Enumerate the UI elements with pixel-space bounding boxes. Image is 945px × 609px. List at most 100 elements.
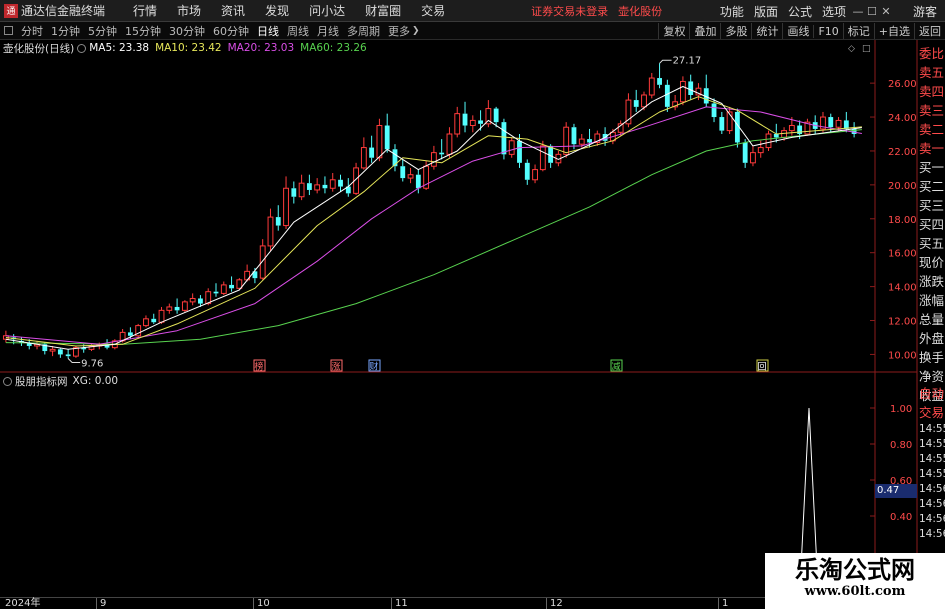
tool-multi-stock[interactable]: 多股 <box>720 23 751 39</box>
indicator-settings-icon[interactable] <box>3 376 12 386</box>
candle-body <box>220 284 227 294</box>
indicator-time-label: 14:56 <box>919 498 945 510</box>
watermark-url: www.60lt.com <box>804 584 906 599</box>
tool-mark[interactable]: 标记 <box>842 23 874 39</box>
candle-body <box>298 182 305 198</box>
period-weekly[interactable]: 周线 <box>283 23 313 39</box>
candle-body <box>244 270 251 281</box>
candle-body <box>267 216 274 247</box>
menu-formula[interactable]: 公式 <box>783 3 817 20</box>
tool-f10[interactable]: F10 <box>813 24 842 38</box>
event-marker: 涨 <box>332 362 341 373</box>
menubar: 通 通达信金融终端 行情 市场 资讯 发现 问小达 财富圈 交易 证券交易未登录… <box>0 0 945 22</box>
stock-title: 壶化股份(日线) <box>3 42 75 55</box>
tool-adjust[interactable]: 复权 <box>658 23 689 39</box>
period-5min[interactable]: 5分钟 <box>84 23 121 39</box>
candle-body <box>143 318 149 327</box>
candle-body <box>119 331 126 342</box>
period-15min[interactable]: 15分钟 <box>121 23 165 39</box>
quote-label: 卖三 <box>919 103 945 118</box>
candle-body <box>446 133 453 155</box>
low-label: 9.76 <box>81 359 103 370</box>
period-30min[interactable]: 30分钟 <box>165 23 209 39</box>
price-axis: 10.00 12.00 14.00 16.00 18.00 20.00 22.00 24.00… <box>848 44 917 361</box>
period-daily[interactable]: 日线 <box>253 23 283 39</box>
candle-body <box>587 139 592 143</box>
legend-ma10: MA10: 23.42 <box>155 42 222 54</box>
candle-body <box>688 81 694 95</box>
menu-trade[interactable]: 交易 <box>411 2 455 19</box>
menu-discover[interactable]: 发现 <box>255 2 299 19</box>
candle-body <box>19 340 24 343</box>
period-1min[interactable]: 1分钟 <box>47 23 84 39</box>
panel-toggle-icon[interactable] <box>4 26 13 35</box>
candle-body <box>407 174 414 179</box>
menu-layout[interactable]: 版面 <box>749 3 783 20</box>
period-60min[interactable]: 60分钟 <box>209 23 253 39</box>
indicator-sidebar: 自动交易14:5514:5514:5514:5514:5614:5614:561… <box>918 384 945 542</box>
candle-body <box>291 188 297 197</box>
period-intraday[interactable]: 分时 <box>17 23 47 39</box>
candle-body <box>259 245 266 279</box>
candle-body <box>49 348 56 352</box>
menu-news[interactable]: 资讯 <box>211 2 255 19</box>
time-tick: 10 <box>253 598 270 609</box>
indicator-name[interactable]: 股朋指标网 <box>15 374 68 389</box>
candle-body <box>695 87 702 96</box>
settings-circle-icon[interactable] <box>77 43 87 53</box>
menu-options[interactable]: 选项 <box>817 3 851 20</box>
ma20-line <box>5 106 862 345</box>
menu-ask[interactable]: 问小达 <box>299 2 355 19</box>
indicator-time-label: 14:55 <box>919 468 945 480</box>
candle-body <box>322 184 328 189</box>
ma-lines <box>5 86 862 350</box>
minimize-icon[interactable]: — <box>851 5 865 18</box>
legend-ma5: MA5: 23.38 <box>89 42 150 54</box>
indicator-time-label: 14:55 <box>919 453 945 465</box>
candle-body <box>306 183 312 190</box>
current-stock-name: 壶化股份 <box>618 4 663 18</box>
indicator-side-label[interactable]: 交易 <box>918 403 945 422</box>
period-more[interactable]: 更多 <box>384 23 414 39</box>
quote-label: 现价 <box>919 255 945 270</box>
tool-draw[interactable]: 画线 <box>782 23 813 39</box>
legend-ma20: MA20: 23.03 <box>227 42 295 54</box>
menu-market[interactable]: 市场 <box>167 2 211 19</box>
event-marker-box <box>330 359 343 372</box>
candle-body <box>57 349 63 355</box>
menu-quotes[interactable]: 行情 <box>123 2 167 19</box>
high-pointer <box>659 59 672 64</box>
ytick-label: 16.00 <box>888 249 917 260</box>
candle-body <box>750 152 756 164</box>
candle-body <box>781 130 787 138</box>
tool-add-watchlist[interactable]: +自选 <box>873 23 914 39</box>
ma60-line <box>5 129 862 345</box>
tool-back[interactable]: 返回 <box>914 23 945 39</box>
guest-user[interactable]: 游客 <box>913 3 937 20</box>
ma5-line <box>5 86 862 350</box>
indicator-side-label[interactable]: 自动 <box>918 384 945 403</box>
login-notice[interactable]: 证券交易未登录 <box>531 3 608 19</box>
close-icon[interactable]: ✕ <box>879 5 893 18</box>
quote-side-labels: 委比 卖五 卖四 卖三 卖二 卖一 买一 买二 买三 买四 买五 现价 涨跌 涨幅 总量 外盘 换手 净资 收益 <box>918 44 945 405</box>
low-pointer <box>67 358 81 364</box>
period-multi[interactable]: 多周期 <box>343 23 384 39</box>
candle-body <box>96 343 103 347</box>
period-toolbar: 分时 1分钟 5分钟 15分钟 30分钟 60分钟 日线 周线 月线 多周期 更… <box>0 22 945 40</box>
candle-body <box>539 145 546 171</box>
quote-label: 涨幅 <box>919 293 945 308</box>
candle-body <box>127 332 133 336</box>
ytick-label: 20.00 <box>888 181 917 192</box>
period-monthly[interactable]: 月线 <box>313 23 343 39</box>
maximize-icon[interactable]: ☐ <box>865 5 879 18</box>
menu-function[interactable]: 功能 <box>715 3 749 20</box>
menu-wealth[interactable]: 财富圈 <box>355 2 411 19</box>
tool-overlay[interactable]: 叠加 <box>689 23 720 39</box>
chevron-right-icon[interactable]: ❯ <box>412 26 420 36</box>
candle-body <box>151 318 157 323</box>
tool-stats[interactable]: 统计 <box>751 23 782 39</box>
kline-chart[interactable]: 10.00 12.00 14.00 16.00 18.00 20.00 22.00 24.00… <box>0 0 945 609</box>
candle-body <box>478 120 483 124</box>
candle-body <box>283 187 289 227</box>
candle-body <box>338 179 343 187</box>
